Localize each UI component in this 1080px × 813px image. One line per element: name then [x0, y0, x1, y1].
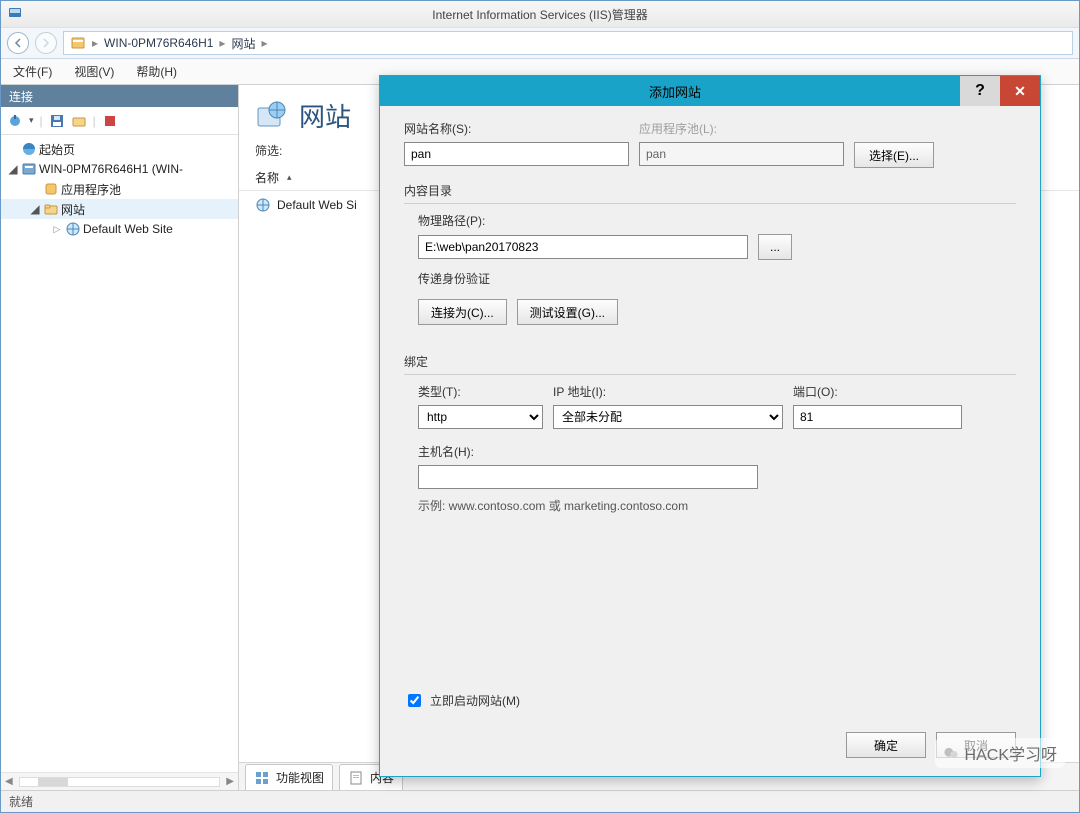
scroll-left-icon[interactable]: ◀ — [5, 776, 13, 787]
connect-as-button[interactable]: 连接为(C)... — [418, 299, 507, 325]
passthrough-label: 传递身份验证 — [418, 270, 1016, 287]
save-icon[interactable] — [49, 113, 65, 129]
scroll-right-icon[interactable]: ▶ — [226, 776, 234, 787]
tree-hscroll[interactable]: ◀ ▶ — [1, 772, 238, 790]
window-titlebar: Internet Information Services (IIS)管理器 — [1, 1, 1079, 27]
test-settings-button[interactable]: 测试设置(G)... — [517, 299, 618, 325]
breadcrumb-sites[interactable]: 网站 — [231, 35, 255, 52]
nav-forward-button[interactable] — [35, 32, 57, 54]
app-pool-icon — [43, 181, 59, 197]
nav-back-button[interactable] — [7, 32, 29, 54]
breadcrumb[interactable]: ▸ WIN-0PM76R646H1 ▸ 网站 ▸ — [63, 31, 1073, 55]
list-item-label: Default Web Si — [277, 198, 357, 212]
tree-start-label: 起始页 — [39, 141, 75, 158]
connections-tree: 起始页 ◢ WIN-0PM76R646H1 (WIN- 应用程序池 ◢ 网站 — [1, 135, 238, 772]
start-now-checkbox[interactable]: 立即启动网站(M) — [404, 691, 520, 710]
expand-icon[interactable]: ▷ — [51, 224, 63, 235]
stop-icon[interactable] — [102, 113, 118, 129]
watermark: HACK学习呀 — [935, 738, 1065, 768]
chevron-right-icon: ▸ — [219, 36, 225, 50]
expand-icon[interactable]: ◢ — [29, 202, 41, 216]
ip-select[interactable]: 全部未分配 — [553, 405, 783, 429]
port-label: 端口(O): — [793, 383, 962, 400]
content-dir-header: 内容目录 — [404, 182, 1016, 204]
breadcrumb-server[interactable]: WIN-0PM76R646H1 — [104, 36, 213, 50]
doc-icon — [348, 770, 364, 786]
connect-icon[interactable] — [7, 113, 23, 129]
connections-header: 连接 — [1, 85, 238, 107]
app-pool-input — [639, 142, 844, 166]
menu-view[interactable]: 视图(V) — [70, 61, 118, 82]
start-now-label: 立即启动网站(M) — [430, 692, 520, 709]
type-select[interactable]: http — [418, 405, 543, 429]
dropdown-icon[interactable]: ▾ — [29, 115, 34, 126]
ok-button[interactable]: 确定 — [846, 732, 926, 758]
globe-icon — [255, 197, 271, 213]
tree-start-page[interactable]: 起始页 — [1, 139, 238, 159]
grid-icon — [254, 770, 270, 786]
status-bar: 就绪 — [1, 790, 1079, 812]
help-button[interactable]: ? — [960, 76, 1000, 106]
address-bar: ▸ WIN-0PM76R646H1 ▸ 网站 ▸ — [1, 27, 1079, 59]
app-pool-label: 应用程序池(L): — [639, 120, 844, 137]
add-website-dialog: 添加网站 ? ✕ 网站名称(S): 应用程序池(L): 选择(E)... — [379, 75, 1041, 777]
hostname-input[interactable] — [418, 465, 758, 489]
start-now-input[interactable] — [408, 694, 421, 707]
dialog-title: 添加网站 — [390, 82, 960, 101]
page-title: 网站 — [299, 97, 351, 134]
watermark-text: HACK学习呀 — [965, 741, 1057, 765]
tree-sites-label: 网站 — [61, 201, 85, 218]
tab-features[interactable]: 功能视图 — [245, 764, 333, 790]
iis-manager-window: Internet Information Services (IIS)管理器 ▸… — [0, 0, 1080, 813]
column-name[interactable]: 名称 — [255, 169, 279, 186]
folder-icon — [43, 201, 59, 217]
select-app-pool-button[interactable]: 选择(E)... — [854, 142, 934, 168]
chevron-right-icon: ▸ — [261, 36, 267, 50]
tree-sites[interactable]: ◢ 网站 — [1, 199, 238, 219]
window-title: Internet Information Services (IIS)管理器 — [432, 6, 647, 23]
expand-icon[interactable]: ◢ — [7, 162, 19, 176]
tree-default-site[interactable]: ▷ Default Web Site — [1, 219, 238, 239]
menu-file[interactable]: 文件(F) — [9, 61, 56, 82]
port-input[interactable] — [793, 405, 962, 429]
site-name-label: 网站名称(S): — [404, 120, 629, 137]
home-icon — [21, 141, 37, 157]
hostname-label: 主机名(H): — [418, 443, 1016, 460]
status-text: 就绪 — [9, 793, 33, 810]
physical-path-input[interactable] — [418, 235, 748, 259]
chevron-right-icon: ▸ — [92, 36, 98, 50]
browse-icon[interactable] — [71, 113, 87, 129]
server-icon — [70, 35, 86, 51]
binding-header: 绑定 — [404, 353, 1016, 375]
filter-label: 筛选: — [255, 144, 282, 158]
site-name-input[interactable] — [404, 142, 629, 166]
dialog-titlebar[interactable]: 添加网站 ? ✕ — [380, 76, 1040, 106]
connections-pane: 连接 ▾ | | 起始页 ◢ WIN-0PM76R646H — [1, 85, 239, 790]
sites-icon — [255, 100, 287, 132]
menu-help[interactable]: 帮助(H) — [132, 61, 181, 82]
tree-default-label: Default Web Site — [83, 222, 173, 236]
tab-features-label: 功能视图 — [276, 769, 324, 786]
hostname-hint: 示例: www.contoso.com 或 marketing.contoso.… — [418, 497, 1016, 514]
browse-button[interactable]: ... — [758, 234, 792, 260]
tree-server-label: WIN-0PM76R646H1 (WIN- — [39, 162, 183, 176]
close-button[interactable]: ✕ — [1000, 76, 1040, 106]
tree-app-pools[interactable]: 应用程序池 — [1, 179, 238, 199]
globe-icon — [65, 221, 81, 237]
connections-toolbar: ▾ | | — [1, 107, 238, 135]
tree-server-node[interactable]: ◢ WIN-0PM76R646H1 (WIN- — [1, 159, 238, 179]
dialog-body: 网站名称(S): 应用程序池(L): 选择(E)... 内容目录 物理路径(P)… — [380, 106, 1040, 776]
server-icon — [21, 161, 37, 177]
type-label: 类型(T): — [418, 383, 543, 400]
wechat-icon — [943, 745, 959, 761]
iis-icon — [7, 5, 23, 21]
physical-path-label: 物理路径(P): — [418, 212, 1016, 229]
ip-label: IP 地址(I): — [553, 383, 783, 400]
sort-icon[interactable]: ▴ — [287, 172, 292, 183]
tree-app-pools-label: 应用程序池 — [61, 181, 121, 198]
